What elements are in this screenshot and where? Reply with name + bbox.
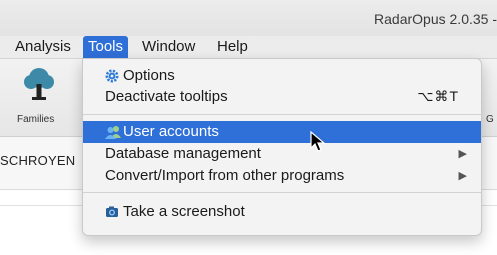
menu-item-user-accounts[interactable]: User accounts <box>83 121 481 143</box>
tab-schroyen[interactable]: SCHROYEN <box>0 153 75 168</box>
tree-icon[interactable] <box>22 67 56 101</box>
menu-item-convert-import[interactable]: Convert/Import from other programs ▶ <box>83 165 481 187</box>
title-bar: RadarOpus 2.0.35 - <box>0 0 497 36</box>
menu-analysis[interactable]: Analysis <box>10 36 76 58</box>
menu-bar: Analysis Tools Window Help <box>0 36 497 59</box>
menu-item-deactivate-tooltips[interactable]: Deactivate tooltips ⌥⌘T <box>83 86 481 108</box>
camera-icon <box>105 205 119 219</box>
families-button-label[interactable]: Families <box>17 114 54 125</box>
submenu-arrow-icon: ▶ <box>458 148 467 160</box>
menu-item-options-label: Options <box>123 67 175 84</box>
menu-tools[interactable]: Tools <box>83 36 129 58</box>
menu-item-database-management[interactable]: Database management ▶ <box>83 143 481 165</box>
tools-menu: Options Deactivate tooltips ⌥⌘T User acc… <box>82 58 482 236</box>
keyboard-shortcut: ⌥⌘T <box>417 88 459 104</box>
submenu-arrow-icon: ▶ <box>458 170 467 182</box>
menu-separator <box>83 192 481 193</box>
menu-item-convert-import-label: Convert/Import from other programs <box>105 167 345 184</box>
users-icon <box>105 125 121 139</box>
menu-item-take-screenshot-label: Take a screenshot <box>123 203 245 220</box>
menu-window[interactable]: Window <box>137 36 200 58</box>
menu-item-user-accounts-label: User accounts <box>123 123 219 140</box>
menu-separator <box>83 114 481 115</box>
mouse-cursor-icon <box>309 130 327 153</box>
toolbar-g-label[interactable]: G <box>486 114 494 125</box>
gear-icon <box>105 69 119 83</box>
menu-help[interactable]: Help <box>212 36 253 58</box>
window-title: RadarOpus 2.0.35 - <box>374 11 497 27</box>
menu-item-deactivate-tooltips-label: Deactivate tooltips <box>105 88 228 105</box>
menu-item-options[interactable]: Options <box>83 65 481 87</box>
menu-item-take-screenshot[interactable]: Take a screenshot <box>83 201 481 223</box>
menu-item-database-management-label: Database management <box>105 145 261 162</box>
